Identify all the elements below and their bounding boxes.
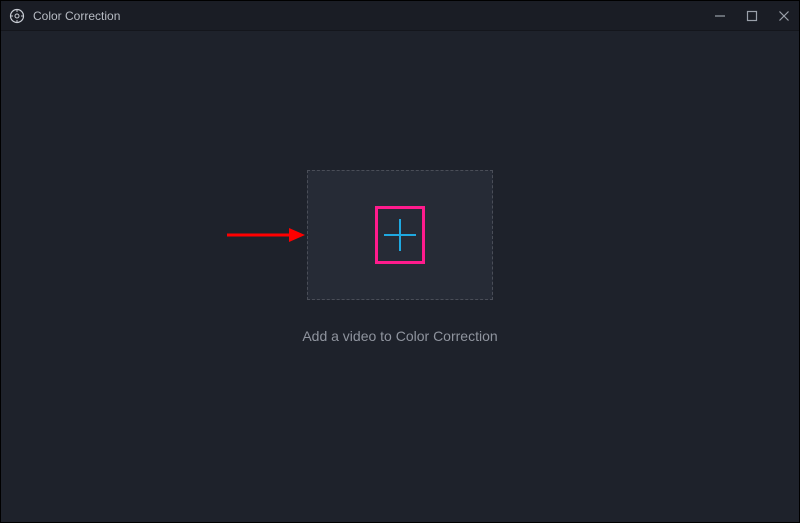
minimize-button[interactable] [713, 9, 727, 23]
add-video-dropzone[interactable] [307, 170, 493, 300]
titlebar: Color Correction [1, 1, 799, 31]
maximize-button[interactable] [745, 9, 759, 23]
dropzone-caption: Add a video to Color Correction [302, 328, 497, 344]
window-controls [713, 9, 791, 23]
app-icon [9, 8, 25, 24]
plus-icon [380, 215, 420, 255]
arrow-annotation-icon [225, 225, 305, 245]
main-content: Add a video to Color Correction [1, 31, 799, 522]
close-button[interactable] [777, 9, 791, 23]
window-title: Color Correction [33, 9, 713, 23]
dropzone-wrapper [307, 170, 493, 300]
